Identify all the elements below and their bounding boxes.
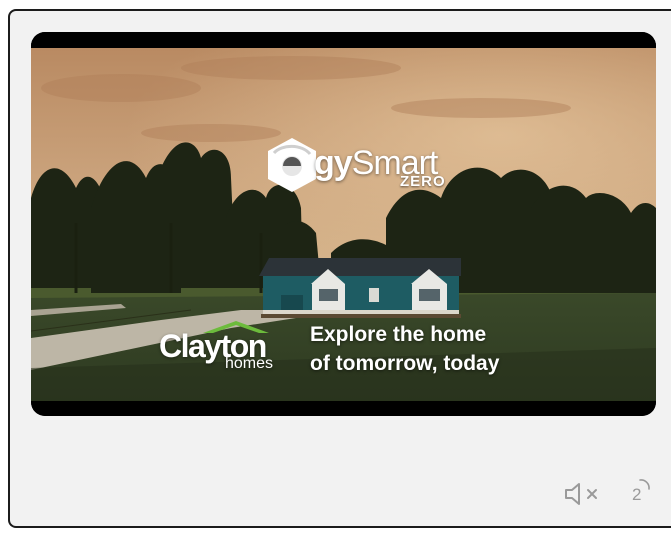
homes-wordmark: homes: [225, 355, 274, 372]
countdown-value: 2: [632, 485, 642, 504]
ad-tagline: Explore the home of tomorrow, today: [310, 320, 499, 378]
clayton-homes-logo: Clayton homes: [159, 320, 284, 375]
house: [259, 258, 461, 315]
energysmart-hexagon-icon: [268, 138, 316, 192]
mute-toggle-button[interactable]: [562, 480, 602, 508]
letterbox-bottom: [31, 401, 656, 416]
brand-bold: gy: [314, 144, 353, 182]
energysmart-zero-logo: gySmart ZERO: [262, 136, 467, 196]
countdown-timer: 2: [624, 479, 654, 507]
ad-controls: 2: [562, 478, 662, 510]
letterbox-top: [31, 32, 656, 48]
speaker-muted-icon: [565, 483, 597, 505]
tagline-line-1: Explore the home: [310, 323, 487, 346]
brand-zero-label: ZERO: [400, 173, 446, 190]
tagline-line-2: of tomorrow, today: [310, 352, 500, 375]
